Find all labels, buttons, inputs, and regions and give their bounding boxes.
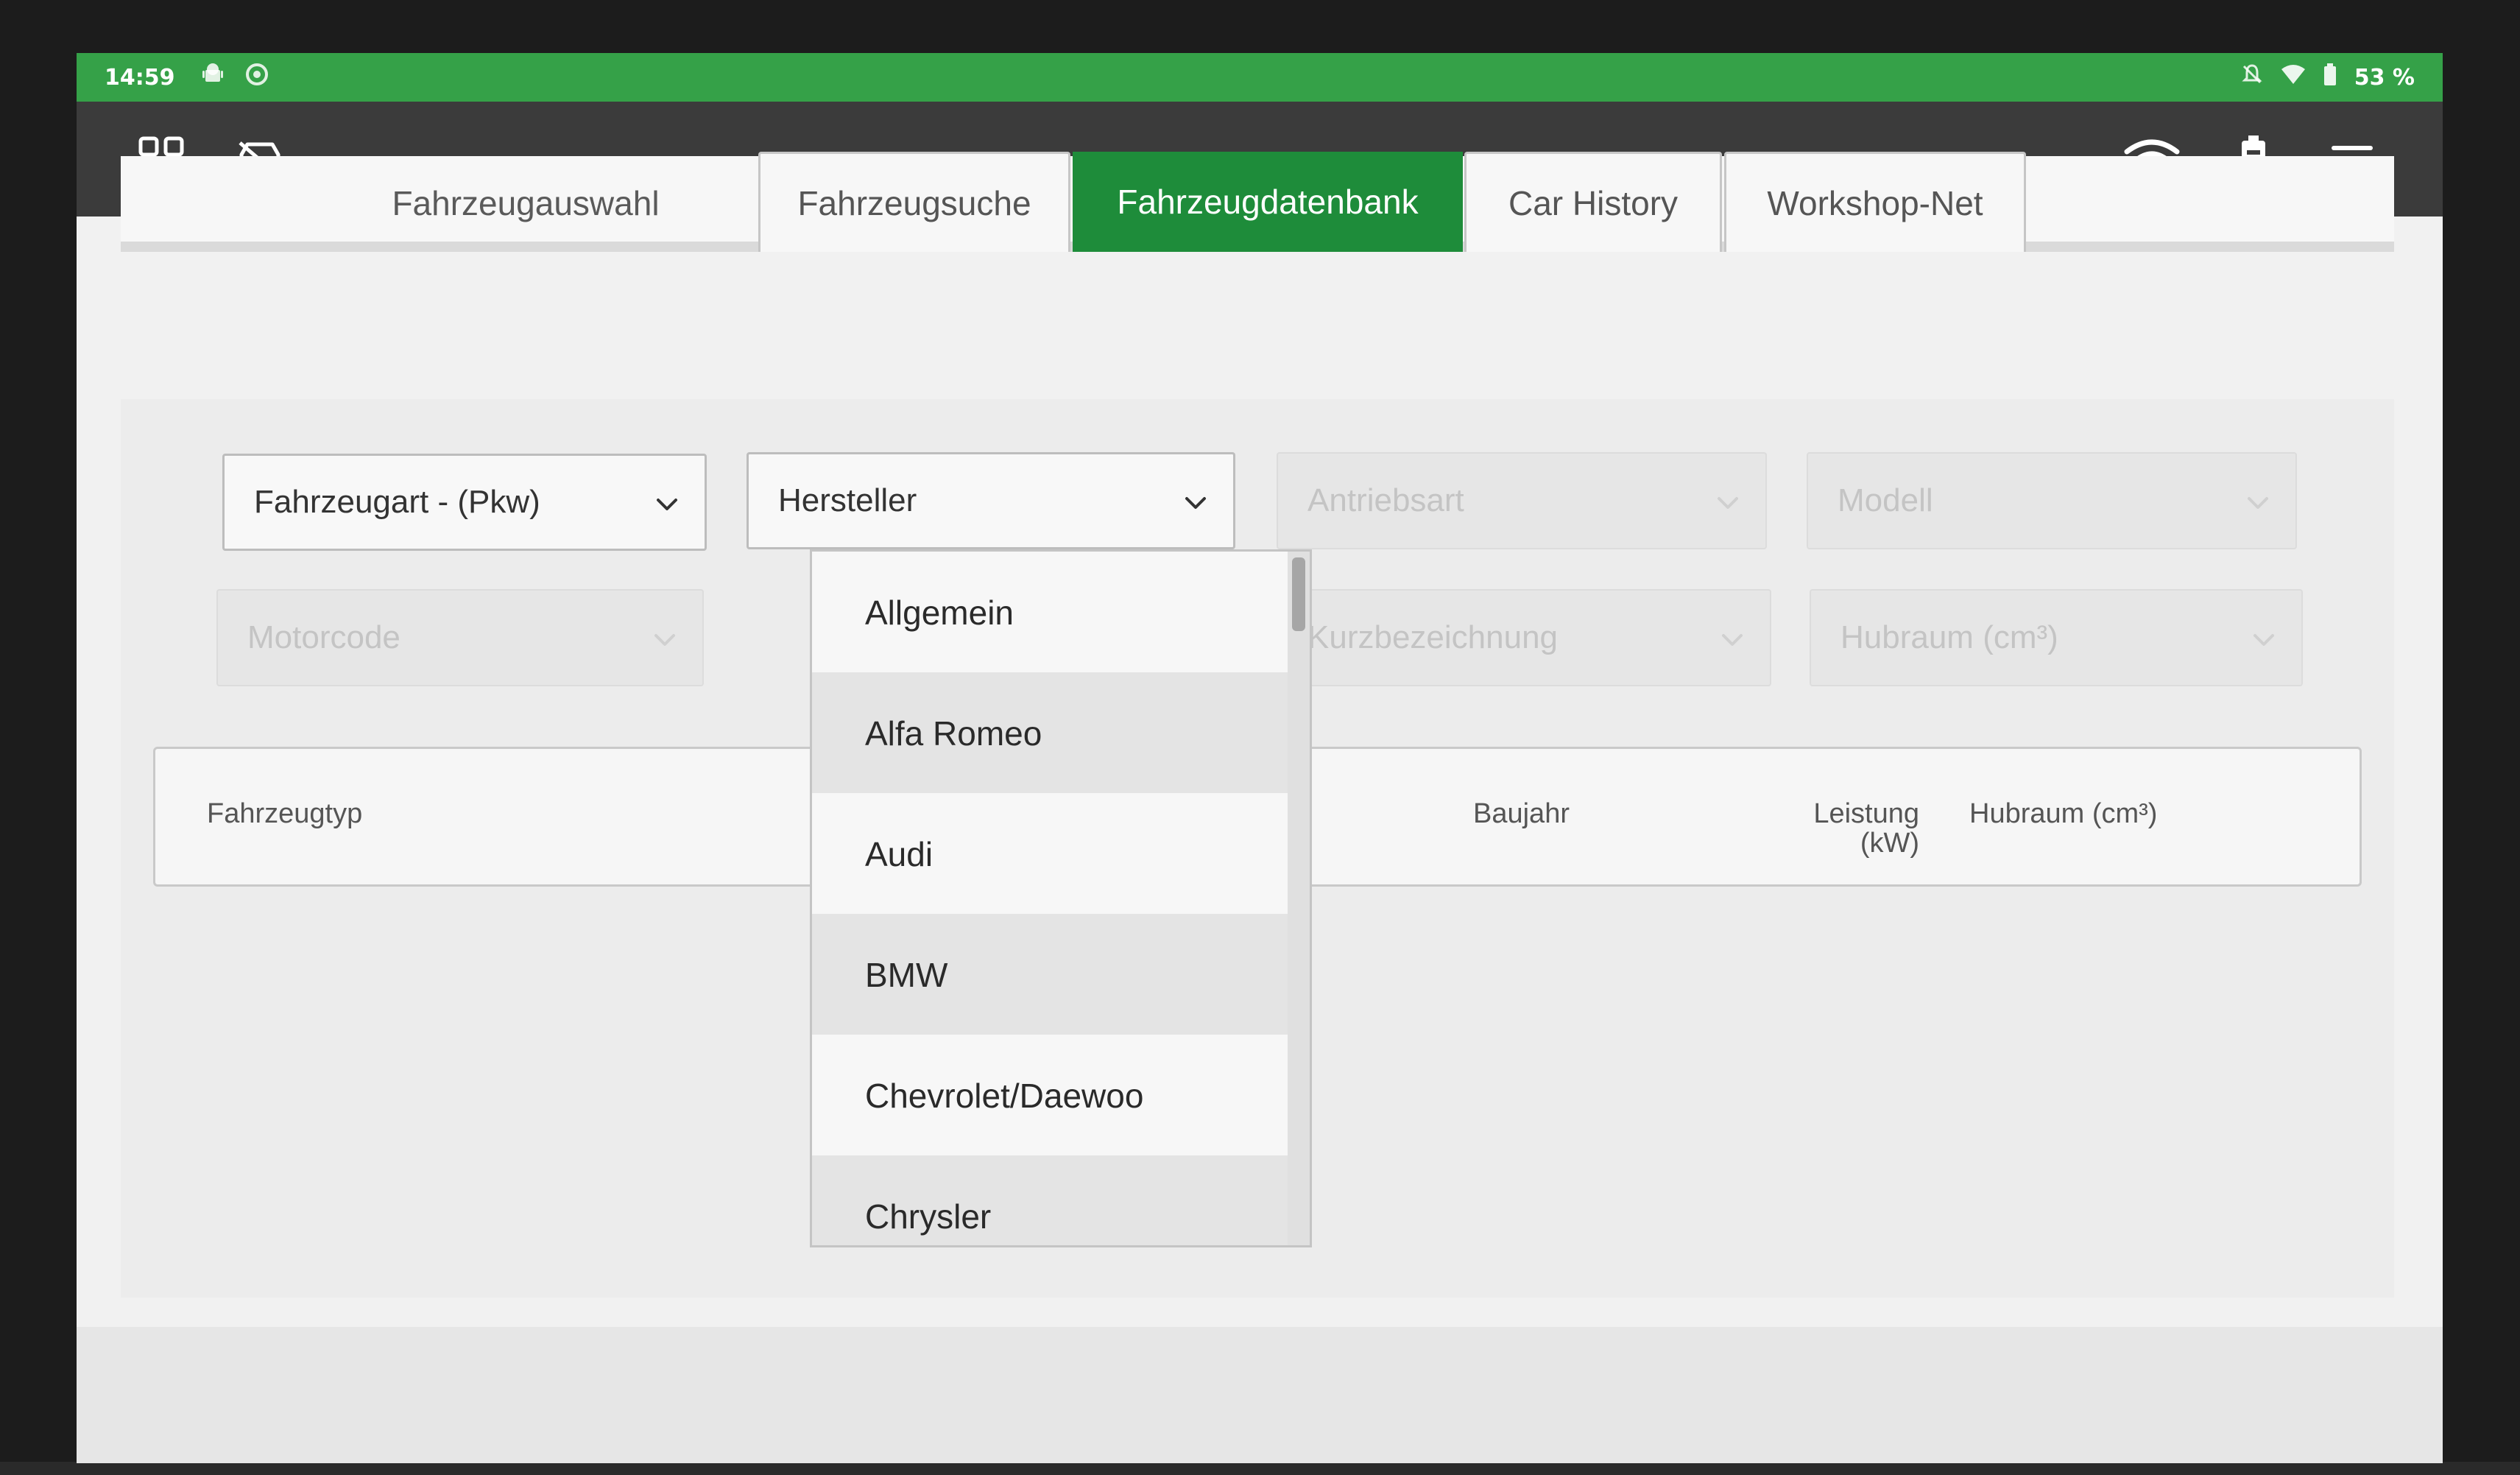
wifi-icon [2281, 63, 2306, 91]
column-header-displacement: Hubraum (cm³) [1969, 798, 2158, 829]
select-value: Antriebsart [1307, 482, 1464, 518]
chevron-down-icon [2247, 482, 2269, 519]
vehicle-type-select[interactable]: Fahrzeugart - (Pkw) [222, 454, 707, 551]
select-value: Motorcode [247, 619, 400, 655]
drive-type-select[interactable]: Antriebsart [1277, 452, 1767, 549]
option-label: Audi [865, 835, 933, 873]
engine-code-select[interactable]: Motorcode [216, 589, 704, 686]
battery-icon [2323, 63, 2337, 91]
manufacturer-dropdown-list[interactable]: Allgemein Alfa Romeo Audi BMW Chevrolet/… [810, 549, 1312, 1247]
column-header-power: Leistung (kW) [1728, 799, 1919, 858]
status-right: 53 % [2241, 63, 2415, 91]
list-item[interactable]: Chevrolet/Daewoo [812, 1035, 1288, 1157]
chevron-down-icon [656, 484, 678, 521]
chevron-down-icon [1717, 482, 1739, 519]
select-value: Hubraum (cm³) [1840, 619, 2058, 655]
select-value: Modell [1838, 482, 1933, 518]
tab-label: Fahrzeugauswahl [392, 184, 660, 222]
list-item[interactable]: Audi [812, 793, 1288, 915]
tab-car-history[interactable]: Car History [1464, 152, 1722, 252]
battery-percent: 53 % [2354, 64, 2415, 91]
tab-label: Car History [1508, 183, 1679, 222]
tab-label: Workshop-Net [1767, 183, 1983, 222]
option-label: BMW [865, 956, 948, 994]
select-value: Fahrzeugart - (Pkw) [254, 484, 540, 520]
status-time: 14:59 [105, 64, 175, 91]
short-name-select[interactable]: Kurzbezeichnung [1277, 589, 1771, 686]
screen-bottom-area [77, 1327, 2443, 1463]
option-label: Allgemein [865, 594, 1014, 632]
tab-label: Fahrzeugdatenbank [1117, 183, 1419, 221]
device-bezel [0, 1462, 2520, 1475]
option-label: Alfa Romeo [865, 714, 1042, 753]
status-bar: 14:59 53 % [77, 53, 2443, 102]
column-header-power-unit: (kW) [1860, 828, 1919, 859]
android-icon [200, 62, 225, 93]
tab-fahrzeugauswahl[interactable]: Fahrzeugauswahl [312, 155, 739, 252]
tab-workshop-net[interactable]: Workshop-Net [1724, 152, 2026, 252]
chevron-down-icon [1721, 619, 1743, 656]
sync-icon [244, 62, 269, 93]
column-header-power-label: Leistung [1813, 798, 1919, 829]
tab-fahrzeugdatenbank[interactable]: Fahrzeugdatenbank [1073, 152, 1463, 252]
option-label: Chevrolet/Daewoo [865, 1077, 1144, 1115]
chevron-down-icon [1185, 482, 1207, 519]
tab-fahrzeugsuche[interactable]: Fahrzeugsuche [758, 152, 1070, 252]
select-value: Kurzbezeichnung [1307, 619, 1559, 655]
list-item[interactable]: Chrysler [812, 1155, 1288, 1245]
list-item[interactable]: Alfa Romeo [812, 672, 1288, 795]
column-header-year: Baujahr [1473, 798, 1570, 829]
dropdown-scrollbar[interactable] [1288, 552, 1310, 1245]
tab-label: Fahrzeugsuche [797, 183, 1031, 222]
manufacturer-select[interactable]: Hersteller [747, 452, 1235, 549]
list-item[interactable]: Allgemein [812, 552, 1288, 674]
model-select[interactable]: Modell [1807, 452, 2297, 549]
device-screen: 14:59 53 % Für die Suche muss ein Fahrze… [77, 53, 2443, 1463]
notifications-off-icon [2241, 63, 2263, 91]
column-header-vehicle-type: Fahrzeugtyp [207, 798, 363, 829]
scrollbar-thumb[interactable] [1292, 557, 1305, 631]
chevron-down-icon [2253, 619, 2275, 656]
option-label: Chrysler [865, 1197, 992, 1236]
list-item[interactable]: BMW [812, 914, 1288, 1036]
displacement-select[interactable]: Hubraum (cm³) [1810, 589, 2303, 686]
select-value: Hersteller [778, 482, 917, 518]
chevron-down-icon [654, 619, 676, 656]
